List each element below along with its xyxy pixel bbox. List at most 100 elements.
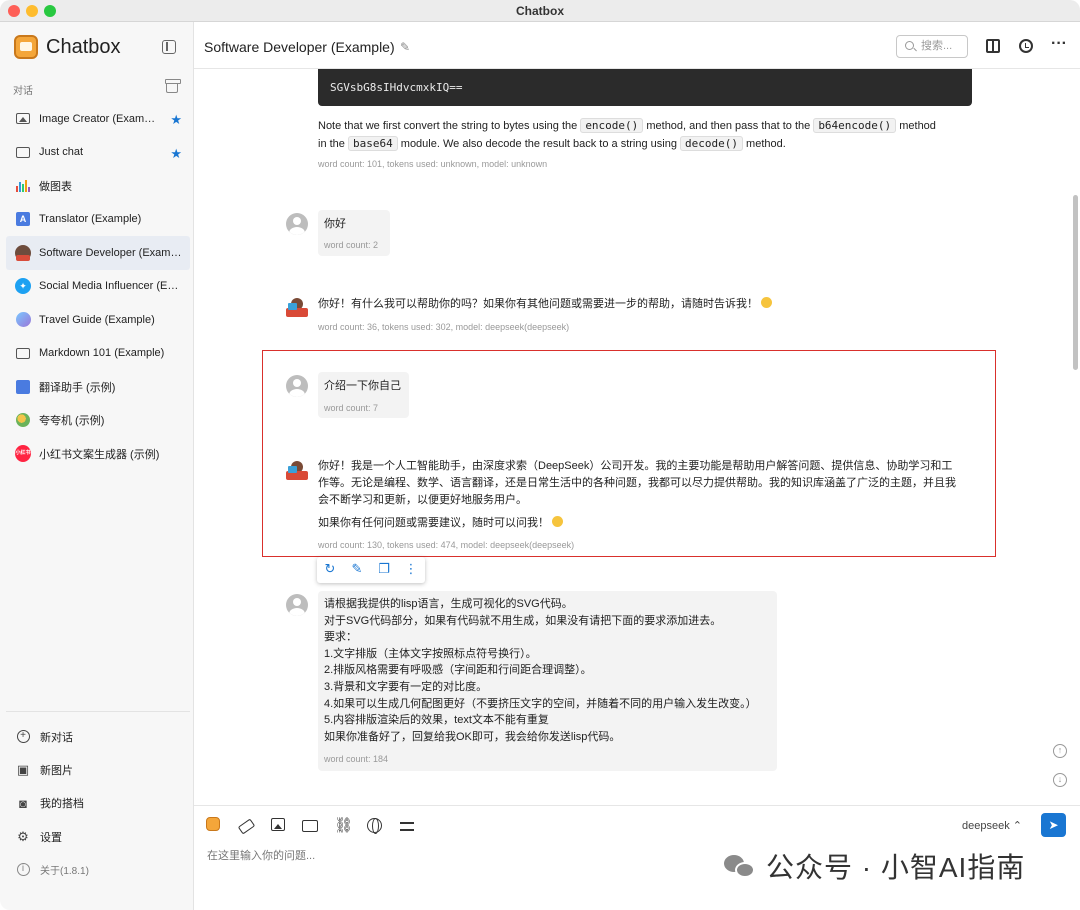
message-meta: word count: 36, tokens used: 302, model:…	[318, 322, 570, 332]
inline-code: decode()	[680, 136, 743, 151]
inline-code: encode()	[580, 118, 644, 133]
about-button[interactable]: i 关于(1.8.1)	[6, 853, 190, 886]
conversation-item-kuakuaji[interactable]: 夸夸机 (示例)	[6, 404, 190, 438]
chat-scrollbar[interactable]	[1073, 195, 1078, 370]
conversation-item-image-creator[interactable]: Image Creator (Exam… ★	[6, 102, 190, 136]
assistant-message-text: 你好！有什么我可以帮助你的吗？如果你有其他问题或需要进一步的帮助，请随时告诉我！	[318, 296, 773, 313]
inline-code: base64	[347, 136, 398, 151]
search-input[interactable]: 搜索...	[896, 35, 968, 58]
composer: ⛓ deepseek ⌃ ➤ 在这里输入你的问题... 公众号 · 小智AI指南	[194, 805, 1080, 910]
conversations-section-label: 对话	[13, 86, 33, 97]
conversation-item-markdown[interactable]: Markdown 101 (Example)	[6, 337, 190, 371]
flower-icon	[15, 412, 31, 428]
settings-label: 设置	[40, 831, 62, 844]
inline-code: b64encode()	[813, 118, 897, 133]
star-icon[interactable]: ★	[170, 146, 182, 162]
conversation-label: Software Developer (Exam…	[39, 246, 182, 259]
zoom-window-button[interactable]	[44, 5, 56, 17]
eraser-icon[interactable]	[238, 818, 254, 834]
chat-header: Software Developer (Example) ✎ 搜索... ···	[194, 22, 1080, 69]
conversation-label: 翻译助手 (示例)	[39, 381, 116, 394]
conversation-label: Markdown 101 (Example)	[39, 347, 165, 360]
message-input[interactable]: 在这里输入你的问题...	[207, 847, 315, 863]
minimize-window-button[interactable]	[26, 5, 38, 17]
info-icon: i	[16, 863, 30, 877]
developer-avatar-icon	[15, 244, 31, 261]
scroll-to-top-icon[interactable]: ↑	[1053, 744, 1067, 758]
more-vertical-icon[interactable]: ⋮	[404, 562, 418, 576]
user-message-bubble: 请根据我提供的lisp语言，生成可视化的SVG代码。 对于SVG代码部分，如果有…	[318, 591, 777, 771]
scroll-to-bottom-icon[interactable]: ↓	[1053, 773, 1067, 787]
watermark-text: 公众号 · 小智AI指南	[766, 852, 1026, 883]
conversation-item-social-media[interactable]: ✦ Social Media Influencer (E…	[6, 270, 190, 304]
search-placeholder: 搜索...	[921, 40, 953, 52]
folder-icon[interactable]	[302, 820, 318, 832]
plus-circle-icon: +	[16, 730, 30, 744]
code-block: SGVsbG8sIHdvcmxkIQ==	[318, 69, 972, 106]
image-plus-icon: ▣	[16, 761, 30, 777]
chatbox-logo-icon	[14, 35, 38, 59]
new-chat-button[interactable]: + 新对话	[6, 720, 190, 753]
conversation-label: 做图表	[39, 180, 72, 193]
conversation-item-translate-assistant[interactable]: 翻译助手 (示例)	[6, 370, 190, 404]
globe-icon[interactable]	[367, 818, 382, 834]
conversation-label: 夸夸机 (示例)	[39, 415, 105, 428]
search-icon	[905, 41, 914, 50]
conversation-label: Image Creator (Exam…	[39, 112, 156, 125]
twitter-icon: ✦	[15, 278, 31, 295]
sliders-icon[interactable]	[400, 818, 416, 834]
new-image-button[interactable]: ▣ 新图片	[6, 753, 190, 786]
message-meta: word count: 101, tokens used: unknown, m…	[318, 159, 548, 169]
xiaohongshu-icon: 小红书	[15, 445, 31, 463]
send-button[interactable]: ➤	[1041, 813, 1066, 837]
star-icon[interactable]: ★	[170, 112, 182, 128]
image-icon[interactable]	[271, 818, 285, 831]
chatbox-logo-icon[interactable]	[206, 817, 220, 831]
collapse-sidebar-icon[interactable]	[162, 40, 176, 54]
highlight-annotation-box	[262, 350, 996, 557]
user-avatar	[286, 594, 308, 616]
settings-button[interactable]: ⚙ 设置	[6, 820, 190, 853]
archive-icon[interactable]	[165, 79, 181, 93]
user-avatar	[286, 213, 308, 235]
wechat-logo-icon	[724, 853, 756, 879]
new-chat-label: 新对话	[40, 731, 73, 744]
edit-title-icon[interactable]: ✎	[400, 40, 410, 54]
conversation-list: Image Creator (Exam… ★ Just chat ★ 做图表 A…	[6, 102, 190, 471]
conversation-item-translator[interactable]: A Translator (Example)	[6, 203, 190, 237]
app-window: Chatbox Chatbox 对话 Image Creator (Exam… …	[0, 0, 1080, 910]
app-name: Chatbox	[46, 35, 121, 58]
assistant-avatar	[286, 297, 308, 319]
conversation-item-travel-guide[interactable]: Travel Guide (Example)	[6, 303, 190, 337]
close-window-button[interactable]	[8, 5, 20, 17]
translate-icon: A	[15, 211, 31, 227]
user-message-text: 请根据我提供的lisp语言，生成可视化的SVG代码。 对于SVG代码部分，如果有…	[324, 598, 757, 743]
conversation-item-chart[interactable]: 做图表	[6, 169, 190, 203]
conversation-label: 小红书文案生成器 (示例)	[39, 448, 160, 461]
conversation-item-xiaohongshu[interactable]: 小红书 小红书文案生成器 (示例)	[6, 437, 190, 471]
edit-message-icon[interactable]: ✎	[350, 562, 364, 576]
title-bar: Chatbox	[0, 0, 1080, 22]
window-title: Chatbox	[516, 4, 564, 18]
user-message-bubble: 你好 word count: 2	[318, 210, 390, 256]
regenerate-icon[interactable]: ↻	[323, 562, 337, 576]
assistant-message-text: Note that we first convert the string to…	[318, 118, 936, 151]
more-options-icon[interactable]: ···	[1051, 36, 1067, 53]
split-view-icon[interactable]	[986, 39, 1000, 53]
conversation-item-just-chat[interactable]: Just chat ★	[6, 136, 190, 170]
new-image-label: 新图片	[40, 764, 73, 777]
link-icon[interactable]: ⛓	[334, 818, 353, 834]
about-label: 关于(1.8.1)	[40, 866, 89, 878]
copy-icon[interactable]: ❐	[377, 562, 391, 576]
conversation-label: Travel Guide (Example)	[39, 313, 155, 326]
robot-icon: ◙	[19, 795, 27, 811]
my-partners-button[interactable]: ◙ 我的搭档	[6, 787, 190, 820]
gear-icon: ⚙	[17, 828, 29, 844]
model-selector[interactable]: deepseek ⌃	[962, 819, 1022, 832]
history-icon[interactable]	[1019, 39, 1033, 53]
image-icon	[15, 111, 31, 127]
sidebar: Chatbox 对话 Image Creator (Exam… ★ Just c…	[0, 22, 194, 910]
travel-icon	[15, 312, 31, 328]
conversation-item-software-developer[interactable]: Software Developer (Exam…	[6, 236, 190, 270]
chat-icon	[15, 345, 31, 361]
